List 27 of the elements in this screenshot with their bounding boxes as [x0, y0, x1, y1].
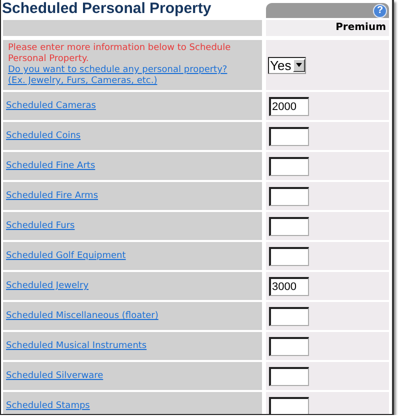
amount-field[interactable] [269, 246, 309, 266]
amount-field[interactable]: 2000 [269, 96, 309, 116]
amount-field[interactable] [269, 156, 309, 176]
amount-field[interactable]: 3000 [269, 276, 309, 296]
amount-field[interactable] [269, 366, 309, 386]
property-link[interactable]: Scheduled Stamps [6, 401, 90, 411]
help-icon[interactable]: ? [373, 4, 387, 18]
amount-field[interactable] [269, 306, 309, 326]
amount-field[interactable] [269, 216, 309, 236]
property-link[interactable]: Scheduled Silverware [6, 371, 104, 381]
property-link[interactable]: Scheduled Musical Instruments [6, 341, 147, 351]
notice-text: Please enter more information below to Schedule Personal Property. [8, 43, 232, 65]
amount-field[interactable] [269, 186, 309, 206]
column-header: Premium [266, 20, 389, 36]
question-link[interactable]: Do you want to schedule any personal property? (Ex. Jewelry, Furs, Cameras, etc.) [8, 65, 246, 87]
property-link[interactable]: Scheduled Golf Equipment [6, 251, 126, 261]
amount-field[interactable] [269, 396, 309, 414]
amount-field[interactable] [269, 126, 309, 146]
yes-no-select[interactable]: Yes [268, 56, 306, 74]
property-link[interactable]: Scheduled Fine Arts [6, 161, 96, 171]
page-title: Scheduled Personal Property [2, 0, 212, 18]
property-link[interactable]: Scheduled Fire Arms [6, 191, 98, 201]
property-link[interactable]: Scheduled Furs [6, 221, 75, 231]
property-link[interactable]: Scheduled Jewelry [6, 281, 89, 291]
property-link[interactable]: Scheduled Coins [6, 131, 81, 141]
property-link[interactable]: Scheduled Cameras [6, 101, 96, 111]
amount-field[interactable] [269, 336, 309, 356]
